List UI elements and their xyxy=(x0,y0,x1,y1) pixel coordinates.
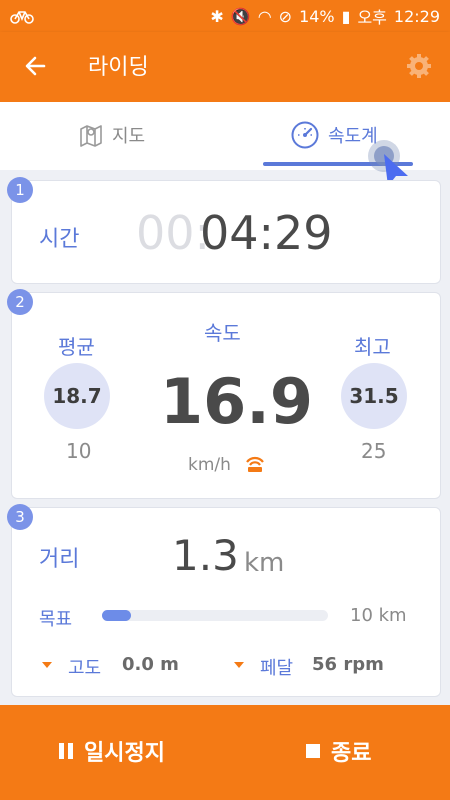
max-sub-value: 25 xyxy=(361,439,387,463)
battery-icon: ▮ xyxy=(341,6,351,26)
goal-label: 목표 xyxy=(39,609,73,630)
speed-unit: km/h xyxy=(188,455,231,475)
battery-percent: 14% xyxy=(299,6,335,26)
card-number-badge: 2 xyxy=(7,289,33,315)
stop-label: 종료 xyxy=(331,741,372,766)
speed-label: 속도 xyxy=(204,321,241,345)
tab-speedometer-label: 속도계 xyxy=(328,126,378,147)
tab-speedometer[interactable]: 속도계 xyxy=(290,120,378,150)
status-time: 12:29 xyxy=(393,6,440,26)
average-label: 평균 xyxy=(58,335,95,359)
pause-icon xyxy=(59,743,73,759)
back-arrow-icon[interactable] xyxy=(22,52,50,80)
mute-icon: 🔇 xyxy=(230,6,251,26)
distance-label: 거리 xyxy=(39,547,80,572)
status-ampm: 오후 xyxy=(357,8,387,27)
max-speed-value: 31.5 xyxy=(341,363,407,429)
card-number-badge: 1 xyxy=(7,177,33,203)
average-sub-value: 10 xyxy=(66,439,92,463)
bottom-action-bar: 일시정지 종료 xyxy=(0,705,450,800)
stop-button[interactable]: 종료 xyxy=(305,735,371,767)
cadence-value: 56 rpm xyxy=(312,654,384,675)
average-speed-value: 18.7 xyxy=(44,363,110,429)
cadence-label: 페달 xyxy=(260,658,294,679)
altitude-dropdown-icon[interactable] xyxy=(42,662,52,668)
pause-button[interactable]: 일시정지 xyxy=(58,735,165,767)
distance-card: 3 거리 1.3 km 목표 10 km 고도 0.0 m 페달 56 rpm xyxy=(7,504,441,697)
page-title: 라이딩 xyxy=(88,55,149,80)
goal-progress-fill xyxy=(102,610,132,621)
goal-value: 10 km xyxy=(350,605,407,626)
tab-map[interactable]: 지도 xyxy=(78,120,145,150)
altitude-label: 고도 xyxy=(68,658,102,679)
sensor-signal-icon xyxy=(246,456,264,472)
altitude-value: 0.0 m xyxy=(122,654,179,675)
wifi-icon: ◠ xyxy=(257,6,272,26)
bluetooth-icon: ✱ xyxy=(210,6,224,26)
gear-icon[interactable] xyxy=(405,52,433,80)
distance-unit: km xyxy=(244,548,285,578)
bicycle-icon xyxy=(10,11,34,24)
stop-icon xyxy=(306,744,320,758)
card-number-badge: 3 xyxy=(7,504,33,530)
app-bar: 라이딩 xyxy=(0,32,450,102)
max-label: 최고 xyxy=(354,335,391,359)
current-speed: 16.9 xyxy=(160,365,313,438)
time-label: 시간 xyxy=(39,227,80,252)
status-bar: ✱ 🔇 ◠ ⊘ 14% ▮ 오후 12:29 xyxy=(0,0,450,32)
time-hours-ghost: 00: xyxy=(136,206,211,260)
goal-progress-bar xyxy=(102,610,328,621)
tab-map-label: 지도 xyxy=(112,126,146,147)
speed-card: 2 평균 18.7 10 속도 16.9 km/h 최고 31.5 25 xyxy=(7,289,441,499)
do-not-disturb-icon: ⊘ xyxy=(278,6,293,26)
time-value: 04:29 xyxy=(200,206,333,260)
speedometer-icon xyxy=(291,121,319,149)
cadence-dropdown-icon[interactable] xyxy=(234,662,244,668)
map-icon xyxy=(80,125,102,147)
time-card: 1 시간 00: 04:29 xyxy=(7,177,441,284)
distance-value: 1.3 xyxy=(172,531,239,580)
pause-label: 일시정지 xyxy=(84,741,165,766)
